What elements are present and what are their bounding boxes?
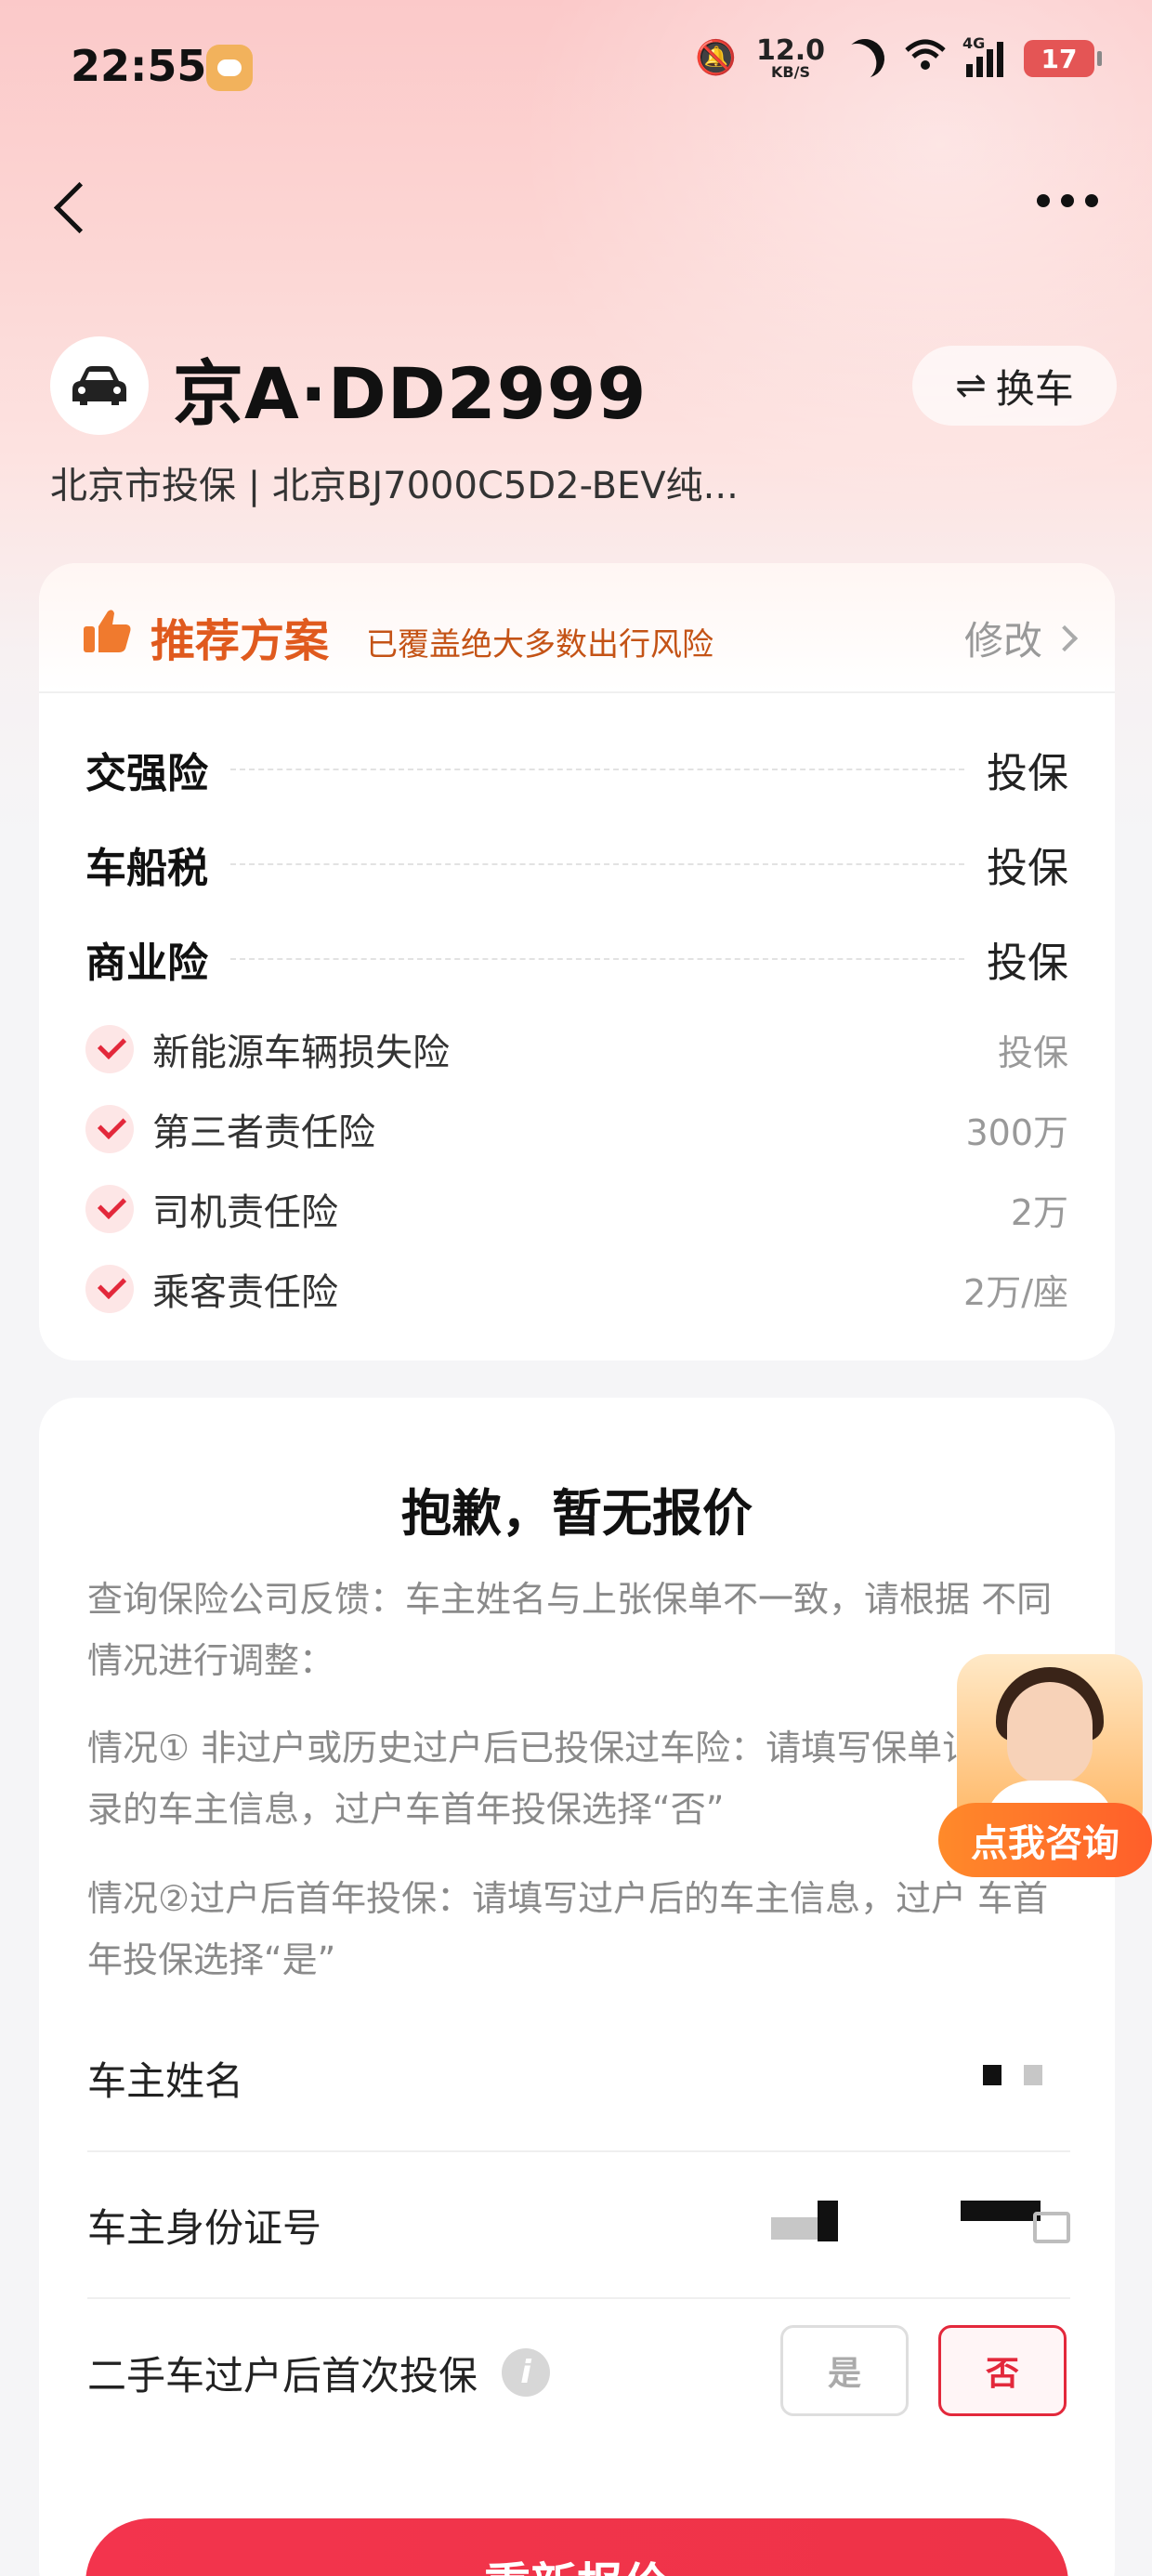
edit-icon[interactable] (1033, 2212, 1070, 2243)
sub-coverage-name: 乘客责任险 (152, 1271, 338, 1314)
dotted-leader (230, 958, 964, 960)
sub-coverage-name: 第三者责任险 (152, 1111, 375, 1154)
status-icons: 12.0 KB/S 4G 17 (695, 34, 1102, 80)
transfer-first-insure-row: 二手车过户后首次投保 i (87, 2299, 1070, 2446)
sub-coverage-value: 300万 (965, 1111, 1068, 1153)
mute-icon (695, 38, 736, 79)
check-icon (85, 1185, 134, 1233)
sub-coverage-row: 新能源车辆损失险 投保 (85, 1017, 1068, 1082)
transfer-no-button[interactable]: 否 (938, 2325, 1067, 2416)
car-icon (50, 336, 149, 435)
check-icon (85, 1105, 134, 1153)
coverage-row-commercial: 商业险 投保 (85, 922, 1068, 996)
consult-widget[interactable]: 点我咨询 (938, 1654, 1152, 1877)
edit-plan-label: 修改 (963, 618, 1042, 664)
sub-coverage-name: 新能源车辆损失险 (152, 1032, 450, 1074)
sub-coverage-row: 司机责任险 2万 (85, 1176, 1068, 1242)
owner-id-value (771, 2217, 818, 2240)
license-plate: 京A·DD2999 (173, 352, 648, 435)
coverage-name: 车船税 (85, 845, 208, 892)
owner-id-row[interactable]: 车主身份证号 (87, 2152, 1070, 2299)
recommended-plan-card: 推荐方案 已覆盖绝大多数出行风险 修改 交强险 投保 车船税 投保 商业险 投保… (39, 563, 1115, 1360)
back-button[interactable] (46, 167, 102, 242)
plan-description: 已覆盖绝大多数出行风险 (366, 626, 713, 664)
switch-car-button[interactable]: ⇌ 换车 (912, 346, 1117, 426)
owner-name-label: 车主姓名 (87, 2057, 244, 2104)
coverage-value: 投保 (987, 845, 1068, 892)
requote-button[interactable]: 重新报价 (85, 2518, 1068, 2576)
no-quote-title: 抱歉，暂无报价 (401, 1484, 753, 1543)
car-glyph-icon (72, 366, 126, 405)
owner-id-value (818, 2201, 838, 2241)
status-time: 22:55 (71, 41, 207, 91)
owner-name-row[interactable]: 车主姓名 (87, 2005, 1070, 2152)
more-options-button[interactable] (1026, 182, 1109, 219)
transfer-yes-button[interactable]: 是 (780, 2325, 909, 2416)
check-icon (85, 1025, 134, 1073)
owner-name-value (1024, 2065, 1042, 2085)
sub-coverage-name: 司机责任险 (152, 1191, 338, 1234)
owner-id-value (961, 2201, 1041, 2221)
coverage-name: 商业险 (85, 940, 208, 987)
thumbs-up-icon (84, 610, 131, 652)
transfer-label: 二手车过户后首次投保 (87, 2352, 478, 2399)
net-speed: 12.0 KB/S (756, 37, 825, 80)
plan-header: 推荐方案 已覆盖绝大多数出行风险 修改 (39, 563, 1115, 693)
vehicle-subtitle: 北京市投保 | 北京BJ7000C5D2-BEV纯... (50, 465, 739, 507)
owner-id-label: 车主身份证号 (87, 2204, 322, 2251)
sub-coverage-value: 2万/座 (963, 1271, 1068, 1313)
sub-coverage-row: 乘客责任险 2万/座 (85, 1256, 1068, 1321)
wifi-icon (905, 38, 946, 79)
sub-coverage-row: 第三者责任险 300万 (85, 1097, 1068, 1162)
status-bar: 22:55 12.0 KB/S 4G 17 (0, 0, 1152, 139)
consult-label: 点我咨询 (938, 1803, 1152, 1877)
check-icon (85, 1265, 134, 1313)
plan-title: 推荐方案 (151, 615, 330, 667)
switch-car-label: 换车 (995, 365, 1074, 412)
edit-plan-button[interactable]: 修改 (963, 610, 1079, 666)
battery-indicator: 17 (1024, 40, 1102, 77)
coverage-value: 投保 (987, 750, 1068, 797)
sub-coverage-value: 2万 (1010, 1191, 1068, 1233)
quote-reason: 查询保险公司反馈：车主姓名与上张保单不一致，请根据 不同情况进行调整： (87, 1579, 1053, 1681)
info-icon[interactable]: i (502, 2348, 551, 2397)
owner-name-value (983, 2065, 1001, 2085)
coverage-value: 投保 (987, 940, 1068, 987)
quote-case-1: 情况① 非过户或历史过户后已投保过车险：请填写保单记录的车主信息，过户车首年投保… (87, 1728, 978, 1830)
coverage-row-vehicle-tax: 车船税 投保 (85, 827, 1068, 901)
app-notification-icon (206, 45, 253, 91)
net-speed-unit: KB/S (771, 63, 810, 81)
coverage-row-compulsory: 交强险 投保 (85, 732, 1068, 807)
do-not-disturb-icon (838, 32, 891, 85)
coverage-name: 交强险 (85, 750, 208, 797)
quote-case-2: 情况②过户后首年投保：请填写过户后的车主信息，过户 车首年投保选择“是” (87, 1878, 1049, 1980)
dotted-leader (230, 863, 964, 865)
dotted-leader (230, 769, 964, 770)
net-speed-value: 12.0 (755, 34, 825, 67)
network-type: 4G (962, 34, 986, 52)
chevron-right-icon (1051, 624, 1079, 651)
swap-icon: ⇌ (955, 364, 987, 407)
cellular-signal-icon: 4G (962, 34, 1003, 77)
sub-coverage-value: 投保 (997, 1032, 1068, 1073)
